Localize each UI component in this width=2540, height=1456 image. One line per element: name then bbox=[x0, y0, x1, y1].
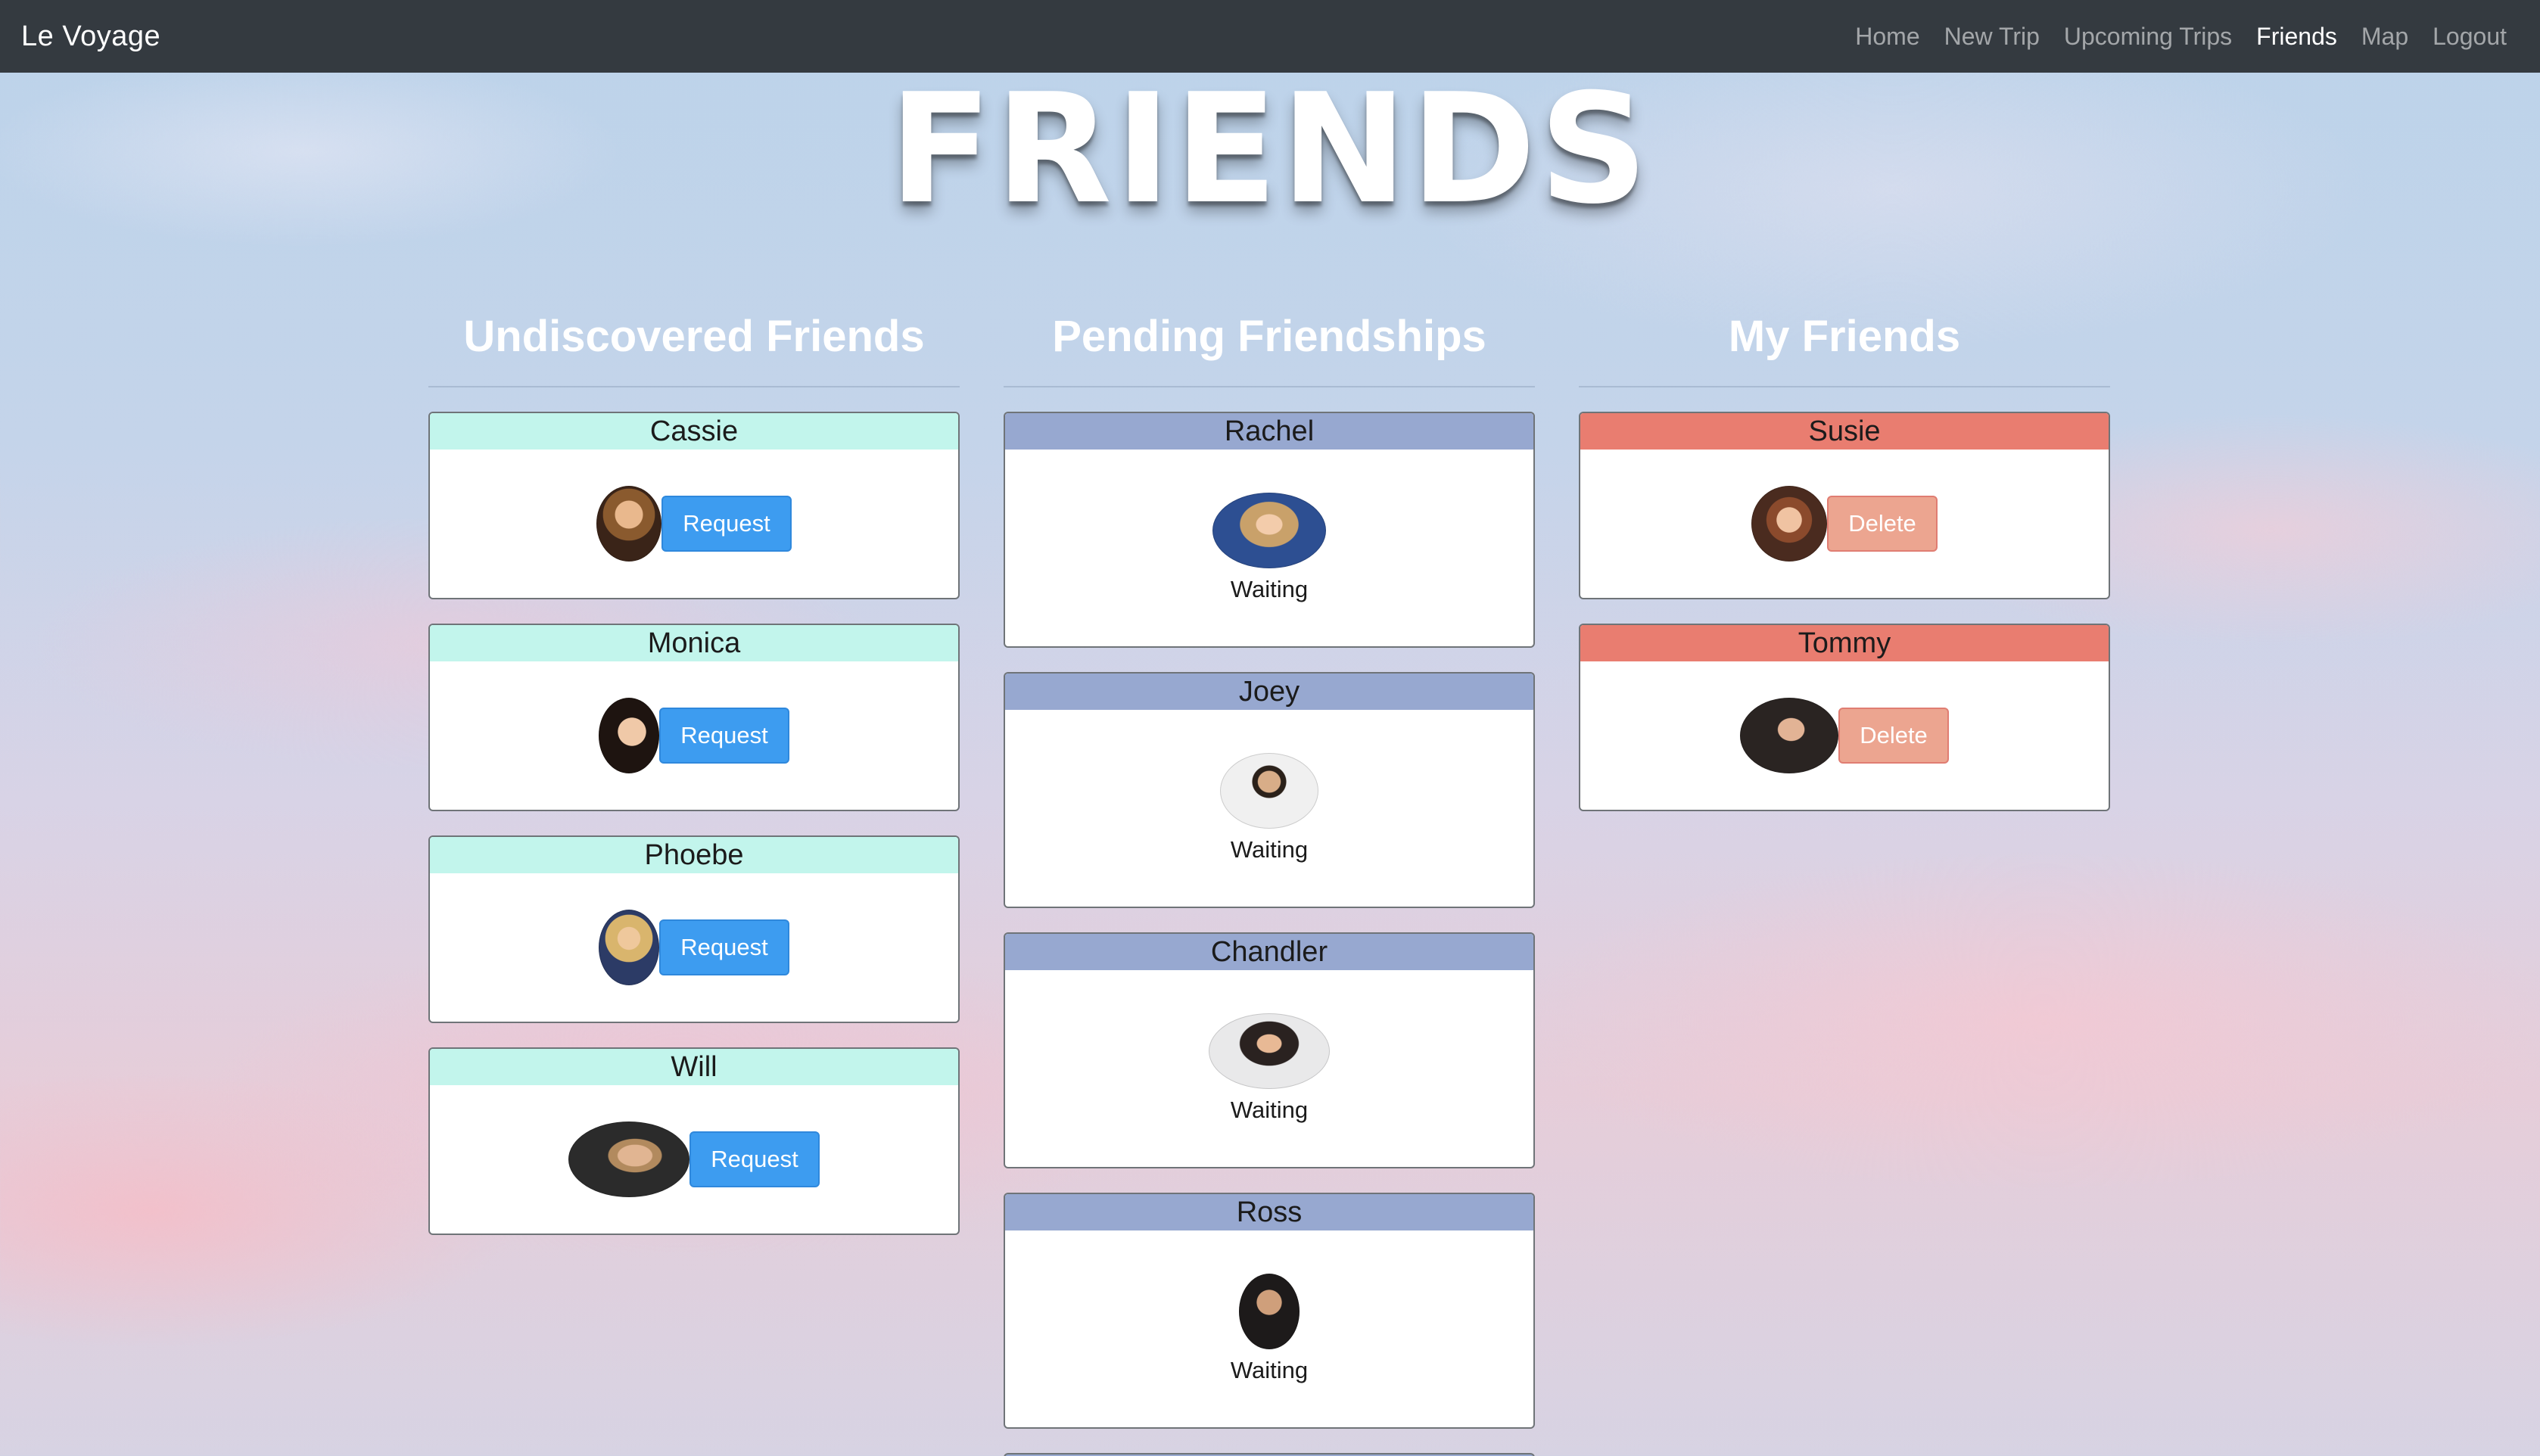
friends-columns: Undiscovered Friends Cassie Request Moni… bbox=[428, 303, 2110, 1456]
friend-name: Chandler bbox=[1005, 934, 1533, 970]
delete-button[interactable]: Delete bbox=[1838, 708, 1949, 764]
request-button[interactable]: Request bbox=[659, 919, 789, 975]
nav-links: Home New Trip Upcoming Trips Friends Map… bbox=[1843, 23, 2519, 51]
nav-link-logout[interactable]: Logout bbox=[2420, 23, 2519, 51]
avatar bbox=[599, 698, 660, 773]
friend-card-partial bbox=[1004, 1453, 1535, 1456]
friend-card-joey: Joey Waiting bbox=[1004, 672, 1535, 908]
friend-card-body: Request bbox=[430, 1085, 958, 1234]
my-friends-title: My Friends bbox=[1728, 312, 1961, 361]
friend-name: Rachel bbox=[1005, 413, 1533, 450]
friend-card-body: Waiting bbox=[1005, 710, 1533, 907]
undiscovered-friends-column: Undiscovered Friends Cassie Request Moni… bbox=[428, 303, 960, 1456]
friend-card-body: Waiting bbox=[1005, 450, 1533, 646]
column-divider bbox=[428, 386, 960, 387]
request-button[interactable]: Request bbox=[689, 1131, 820, 1187]
friend-name: Cassie bbox=[430, 413, 958, 450]
friend-card-rachel: Rachel Waiting bbox=[1004, 412, 1535, 648]
avatar bbox=[568, 1122, 690, 1197]
friend-card-will: Will Request bbox=[428, 1047, 960, 1235]
brand-link[interactable]: Le Voyage bbox=[21, 20, 160, 53]
avatar bbox=[1212, 493, 1326, 568]
friend-name: Tommy bbox=[1580, 625, 2109, 661]
nav-link-home[interactable]: Home bbox=[1843, 23, 1931, 51]
friend-card-body: Waiting bbox=[1005, 970, 1533, 1167]
friend-card-monica: Monica Request bbox=[428, 624, 960, 811]
avatar bbox=[1220, 753, 1318, 829]
avatar bbox=[1209, 1013, 1330, 1089]
my-friends-column: My Friends Susie Delete Tommy Delete bbox=[1579, 303, 2110, 1456]
pending-friendships-column: Pending Friendships Rachel Waiting Joey … bbox=[1004, 303, 1535, 1456]
avatar bbox=[1239, 1274, 1300, 1349]
avatar bbox=[596, 486, 662, 562]
status-text: Waiting bbox=[1230, 576, 1309, 602]
friend-name: Susie bbox=[1580, 413, 2109, 450]
friend-card-body: Request bbox=[430, 450, 958, 598]
friend-card-tommy: Tommy Delete bbox=[1579, 624, 2110, 811]
friend-name: Phoebe bbox=[430, 837, 958, 873]
pending-friendships-title: Pending Friendships bbox=[1052, 312, 1486, 361]
friend-card-chandler: Chandler Waiting bbox=[1004, 932, 1535, 1168]
status-text: Waiting bbox=[1230, 1357, 1309, 1383]
avatar bbox=[599, 910, 660, 985]
nav-link-upcoming-trips[interactable]: Upcoming Trips bbox=[2052, 23, 2244, 51]
nav-link-friends[interactable]: Friends bbox=[2244, 23, 2349, 51]
nav-link-map[interactable]: Map bbox=[2349, 23, 2420, 51]
request-button[interactable]: Request bbox=[661, 496, 792, 552]
nav-link-new-trip[interactable]: New Trip bbox=[1932, 23, 2052, 51]
friend-name: Ross bbox=[1005, 1194, 1533, 1230]
status-text: Waiting bbox=[1230, 1097, 1309, 1123]
friend-card-ross: Ross Waiting bbox=[1004, 1193, 1535, 1429]
friend-card-phoebe: Phoebe Request bbox=[428, 835, 960, 1023]
friend-name: Monica bbox=[430, 625, 958, 661]
delete-button[interactable]: Delete bbox=[1827, 496, 1938, 552]
friend-card-body: Delete bbox=[1580, 661, 2109, 810]
friend-card-body: Request bbox=[430, 873, 958, 1022]
friend-card-body: Waiting bbox=[1005, 1230, 1533, 1427]
friend-card-susie: Susie Delete bbox=[1579, 412, 2110, 599]
avatar bbox=[1751, 486, 1828, 562]
column-divider bbox=[1004, 386, 1535, 387]
status-text: Waiting bbox=[1230, 836, 1309, 863]
friend-name: Will bbox=[430, 1049, 958, 1085]
request-button[interactable]: Request bbox=[659, 708, 789, 764]
friend-card-body: Delete bbox=[1580, 450, 2109, 598]
friend-name: Joey bbox=[1005, 674, 1533, 710]
column-divider bbox=[1579, 386, 2110, 387]
undiscovered-friends-title: Undiscovered Friends bbox=[463, 312, 925, 361]
page-title: FRIENDS bbox=[889, 61, 1651, 238]
avatar bbox=[1740, 698, 1839, 773]
friend-card-body: Request bbox=[430, 661, 958, 810]
friend-card-cassie: Cassie Request bbox=[428, 412, 960, 599]
